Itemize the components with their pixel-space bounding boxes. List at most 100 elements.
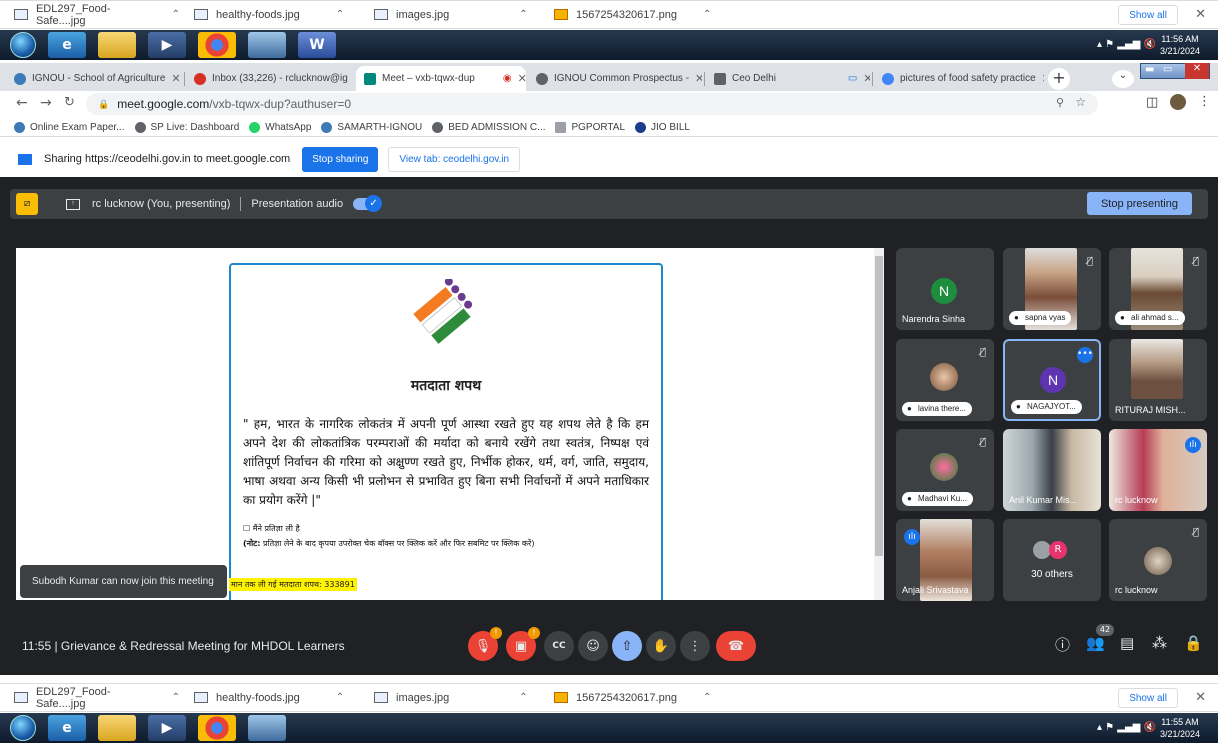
bookmark-item[interactable]: Online Exam Paper...	[14, 121, 125, 133]
mic-off-button[interactable]: 🎙!	[468, 627, 502, 661]
close-window-icon[interactable]: ✕	[1185, 63, 1209, 79]
camera-off-button[interactable]: ▣!	[506, 627, 540, 661]
view-tab-button[interactable]: View tab: ceodelhi.gov.in	[388, 146, 521, 172]
bookmark-item[interactable]: SAMARTH-IGNOU	[321, 121, 422, 133]
zoom-icon[interactable]: ⚲	[1056, 96, 1064, 109]
show-all-button[interactable]: Show all	[1118, 688, 1178, 708]
oath-checkbox[interactable]: ☐ मैंने प्रतिज्ञा ली है	[243, 523, 300, 534]
paint-icon[interactable]	[248, 32, 286, 58]
ie-icon[interactable]: e	[48, 715, 86, 741]
media-player-icon[interactable]: ▶	[148, 32, 186, 58]
activities-icon[interactable]: ⁂	[1152, 634, 1167, 652]
download-item[interactable]: 1567254320617.png ⌃	[540, 0, 720, 29]
start-button[interactable]	[10, 32, 36, 58]
stop-presenting-button[interactable]: Stop presenting	[1086, 192, 1192, 215]
participant-tile[interactable]: ılı rc lucknow	[1109, 429, 1207, 511]
chat-icon[interactable]: ▤	[1120, 634, 1134, 652]
participant-tile[interactable]: Anil Kumar Mis...	[1003, 429, 1101, 511]
captions-button[interactable]: CC	[544, 631, 574, 661]
participant-tile[interactable]: RITURAJ MISH...	[1109, 339, 1207, 421]
tab-ignou-prospectus[interactable]: IGNOU Common Prospectus - ✕	[528, 66, 702, 91]
participant-tile[interactable]: 🎙̸ sapna vyas	[1003, 248, 1101, 330]
stop-share-icon[interactable]: ⧄	[16, 193, 38, 215]
close-icon[interactable]: ✕	[863, 72, 870, 85]
media-player-icon[interactable]: ▶	[148, 715, 186, 741]
download-item[interactable]: 1567254320617.png ⌃	[540, 683, 720, 712]
download-item[interactable]: EDL297_Food-Safe....jpg ⌃	[0, 0, 180, 29]
show-all-button[interactable]: Show all	[1118, 5, 1178, 25]
chevron-up-icon[interactable]: ⌃	[336, 9, 344, 20]
new-tab-button[interactable]: +	[1048, 68, 1070, 90]
reload-icon[interactable]: ↻	[64, 95, 75, 110]
bookmark-item[interactable]: SP Live: Dashboard	[134, 121, 239, 133]
chevron-up-icon[interactable]: ⌃	[703, 9, 711, 20]
info-icon[interactable]: ⓘ	[1055, 634, 1070, 655]
participant-tile[interactable]: 🎙̸ Madhavi Ku...	[896, 429, 994, 511]
maximize-icon[interactable]: ▭	[1163, 64, 1172, 75]
tab-ceo-delhi[interactable]: Ceo Delhi ▭ ✕	[706, 66, 870, 91]
tab-google-search[interactable]: pictures of food safety practice✕	[874, 66, 1044, 91]
tab-ignou-agriculture[interactable]: IGNOU - School of Agriculture ✕	[6, 66, 182, 91]
chevron-up-icon[interactable]: ⌃	[336, 692, 344, 703]
close-icon[interactable]: ✕	[518, 72, 526, 85]
paint-icon[interactable]	[248, 715, 286, 741]
reactions-button[interactable]: ☺	[578, 631, 608, 661]
participant-tile-active[interactable]: N ••• NAGAJYOT...	[1003, 339, 1101, 421]
chevron-up-icon[interactable]: ⌃	[519, 692, 527, 703]
ie-icon[interactable]: e	[48, 32, 86, 58]
side-panel-icon[interactable]: ◫	[1146, 95, 1158, 110]
more-options-button[interactable]: ⋮	[680, 631, 710, 661]
chevron-up-icon[interactable]: ⌃	[519, 9, 527, 20]
download-item[interactable]: healthy-foods.jpg ⌃	[180, 683, 360, 712]
tab-google-meet[interactable]: Meet – vxb-tqwx-dup ◉ ✕	[356, 66, 526, 91]
start-button[interactable]	[10, 715, 36, 741]
participant-tile[interactable]: 🎙̸ rc lucknow	[1109, 519, 1207, 601]
participant-tile-others[interactable]: R 30 others	[1003, 519, 1101, 601]
download-item[interactable]: images.jpg ⌃	[360, 0, 540, 29]
bookmark-item[interactable]: PGPORTAL	[555, 121, 625, 133]
meet-favicon	[364, 72, 376, 85]
stop-sharing-button[interactable]: Stop sharing	[302, 146, 379, 172]
close-icon[interactable]: ✕	[695, 72, 702, 85]
close-icon[interactable]: ✕	[1042, 72, 1044, 85]
participant-tile[interactable]: 🎙̸ ali ahmad s...	[1109, 248, 1207, 330]
download-item[interactable]: images.jpg ⌃	[360, 683, 540, 712]
close-icon[interactable]: ✕	[1195, 7, 1206, 22]
folder-icon[interactable]	[98, 32, 136, 58]
participant-tile[interactable]: 🎙̸ lavina there...	[896, 339, 994, 421]
close-icon[interactable]: ✕	[171, 72, 180, 85]
chrome-icon[interactable]	[198, 715, 236, 741]
minimize-icon[interactable]: ▬	[1145, 64, 1154, 75]
url-input[interactable]: 🔒 meet.google.com/vxb-tqwx-dup?authuser=…	[86, 93, 1098, 115]
chevron-up-icon[interactable]: ⌃	[172, 692, 180, 703]
presentation-audio-toggle[interactable]	[353, 195, 383, 212]
page-scrollbar[interactable]	[874, 248, 884, 600]
people-count-badge: 42	[1096, 624, 1114, 636]
download-item[interactable]: healthy-foods.jpg ⌃	[180, 0, 360, 29]
present-now-button[interactable]: ⇧	[612, 631, 642, 661]
bookmark-item[interactable]: WhatsApp	[249, 121, 311, 133]
word-icon[interactable]: W	[298, 32, 336, 58]
chrome-icon[interactable]	[198, 32, 236, 58]
menu-icon[interactable]: ⋮	[1198, 94, 1211, 109]
participant-tile[interactable]: ılı Anjali Srivastava	[896, 519, 994, 601]
download-item[interactable]: EDL297_Food-Safe....jpg ⌃	[0, 683, 180, 712]
leave-call-button[interactable]: ☎	[716, 631, 756, 661]
more-options-icon[interactable]: •••	[1077, 347, 1093, 363]
tab-search-icon[interactable]: ⌄	[1112, 70, 1134, 88]
bookmark-item[interactable]: JIO BILL	[635, 121, 690, 133]
host-controls-icon[interactable]: 🔒	[1184, 634, 1203, 652]
tab-gmail-inbox[interactable]: Inbox (33,226) - rclucknow@ig✕	[186, 66, 354, 91]
participant-tile[interactable]: N Narendra Sinha	[896, 248, 994, 330]
folder-icon[interactable]	[98, 715, 136, 741]
forward-icon[interactable]: →	[40, 95, 52, 111]
chevron-up-icon[interactable]: ⌃	[703, 692, 711, 703]
people-icon[interactable]: 👥	[1086, 634, 1105, 652]
raise-hand-button[interactable]: ✋	[646, 631, 676, 661]
bookmark-star-icon[interactable]: ☆	[1075, 95, 1086, 109]
profile-avatar[interactable]	[1170, 94, 1186, 110]
bookmark-item[interactable]: BED ADMISSION C...	[432, 121, 545, 133]
close-icon[interactable]: ✕	[1195, 690, 1206, 705]
back-icon[interactable]: ←	[16, 95, 28, 111]
chevron-up-icon[interactable]: ⌃	[172, 9, 180, 20]
